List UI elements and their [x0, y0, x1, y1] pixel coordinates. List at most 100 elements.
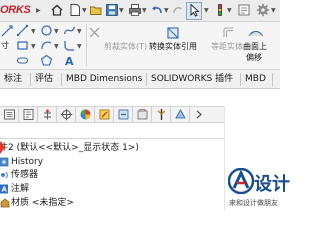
arc-tool-icon[interactable]: [40, 39, 53, 52]
material-label: 材质 <未指定>: [11, 198, 74, 208]
sensor-icon: [1, 171, 8, 179]
trim-entities-label[interactable]: 剪裁实体(T): [104, 41, 147, 52]
watermark-text: 设计: [254, 174, 290, 195]
sensors-label: 传感器: [11, 170, 39, 180]
svg-text:A: A: [65, 55, 74, 67]
redo-disabled-icon: [173, 7, 182, 14]
command-manager-ribbon: 寸 ▼ ▼ ▼ ▼ ▼ ▼ A 剪裁实体(T) 转换实体引用 等距实体 曲面上 …: [0, 22, 280, 69]
simulation-icon: [175, 109, 186, 119]
arc-dropdown-icon[interactable]: ▼: [54, 43, 59, 50]
rectangle-dropdown-icon[interactable]: ▼: [31, 43, 36, 50]
ribbon-separator: [86, 24, 87, 66]
dimxpert-icon: [60, 108, 73, 121]
material-icon: [0, 198, 10, 208]
displaymanager-tab[interactable]: [76, 107, 95, 122]
rectangle-tool-icon[interactable]: [16, 39, 29, 52]
svg-text:A: A: [2, 186, 8, 194]
line-tool-icon[interactable]: [16, 24, 29, 37]
tree-root-part[interactable]: 件2 (默认<<默认>_显示状态 1>): [0, 141, 139, 155]
red-arrow-icon: [0, 141, 5, 154]
featuremanager-tab[interactable]: [0, 107, 19, 122]
tab-mbd-dimensions[interactable]: MBD Dimensions: [66, 70, 142, 89]
tab-separator: [146, 73, 147, 86]
save-icon[interactable]: [105, 3, 119, 17]
cam-nc-manager-tab[interactable]: [152, 107, 171, 122]
display-manager-icon: [80, 109, 91, 120]
circle-tool-icon[interactable]: [40, 24, 53, 37]
offset-on-surface-label-2[interactable]: 偏移: [246, 52, 262, 63]
more-panels-tab[interactable]: [190, 107, 209, 122]
tab-separator: [61, 73, 62, 86]
select-arrow-icon[interactable]: [187, 3, 201, 17]
offset-entities-label[interactable]: 等距实体: [211, 41, 243, 52]
solidworks-logo: ORKS: [0, 4, 31, 16]
expand-panels-icon: [196, 110, 202, 119]
propertymanager-tab[interactable]: [19, 107, 38, 122]
tab-mbd[interactable]: MBD: [245, 70, 266, 89]
polygon-tool-icon[interactable]: [40, 54, 53, 67]
spline-tool-icon[interactable]: [63, 24, 76, 37]
offset-on-surface-icon[interactable]: [248, 26, 264, 40]
dimxpertmanager-tab[interactable]: [57, 107, 76, 122]
cam-operation-icon: [118, 109, 129, 120]
print-icon[interactable]: [128, 3, 142, 17]
options-dropdown-icon[interactable]: ▼: [271, 7, 276, 14]
tab-evaluate[interactable]: 评估: [35, 70, 53, 89]
watermark-logo: 设计 来和设计做朋友: [228, 168, 290, 210]
new-dropdown-icon[interactable]: ▼: [82, 7, 87, 14]
cam-feature-icon: [99, 109, 110, 120]
smart-dimension-label: 寸: [1, 41, 9, 50]
tab-markup[interactable]: 标注: [4, 70, 22, 89]
convert-entities-icon[interactable]: [166, 26, 180, 40]
fillet-dropdown-icon[interactable]: ▼: [77, 43, 82, 50]
watermark-subtext: 来和设计做朋友: [229, 199, 278, 207]
cam-nc-icon: [157, 109, 166, 120]
history-icon: [0, 157, 9, 167]
simulation-tab[interactable]: [171, 107, 190, 122]
line-dropdown-icon[interactable]: ▼: [31, 28, 36, 35]
sketch-fillet-icon[interactable]: [63, 39, 76, 52]
spline-dropdown-icon[interactable]: ▼: [77, 28, 82, 35]
rebuild-dropdown-icon[interactable]: ▼: [227, 7, 232, 14]
feature-tree-icon: [4, 109, 15, 120]
annotations-label: 注解: [11, 184, 30, 194]
options-gear-icon[interactable]: [256, 3, 270, 17]
undo-dropdown-icon[interactable]: ▼: [164, 7, 169, 14]
logo-menu-arrow-icon[interactable]: ▶: [36, 7, 41, 14]
smart-dimension-icon[interactable]: [1, 25, 14, 38]
title-bar: ORKS ▶ ▼ ▼ ▼ ▼ ▼ ▼ ▼: [0, 0, 280, 22]
configurationmanager-tab[interactable]: [38, 107, 57, 122]
watermark-emblem-icon: [228, 168, 254, 194]
command-tabs: 标注 评估 MBD Dimensions SOLIDWORKS 插件 MBD: [0, 69, 280, 89]
tree-root-label: 件2 (默认<<默认>_显示状态 1>): [0, 143, 139, 153]
workspace-gap: [0, 89, 280, 106]
tab-solidworks-addins[interactable]: SOLIDWORKS 插件: [151, 70, 233, 89]
new-document-icon[interactable]: [68, 3, 82, 17]
open-folder-icon[interactable]: [89, 3, 103, 17]
trim-entities-icon[interactable]: [88, 26, 101, 39]
cam-tool-icon: [137, 109, 148, 120]
select-dropdown-icon[interactable]: ▼: [204, 7, 209, 14]
undo-icon[interactable]: [150, 3, 164, 17]
offset-on-surface-label-1[interactable]: 曲面上: [243, 41, 267, 52]
cam-tool-tree-tab[interactable]: [133, 107, 152, 122]
rebuild-icon[interactable]: [213, 3, 227, 17]
feature-manager-toolbar: [0, 106, 224, 123]
tab-separator: [30, 73, 31, 86]
cam-operation-tree-tab[interactable]: [114, 107, 133, 122]
history-label: History: [11, 157, 44, 167]
save-dropdown-icon[interactable]: ▼: [119, 7, 124, 14]
annotations-icon: A: [0, 184, 8, 194]
offset-entities-icon[interactable]: [222, 26, 235, 39]
print-dropdown-icon[interactable]: ▼: [142, 7, 147, 14]
home-icon[interactable]: [50, 3, 64, 17]
circle-dropdown-icon[interactable]: ▼: [54, 28, 59, 35]
file-properties-icon[interactable]: [237, 3, 251, 17]
feature-tree-filter-row[interactable]: [0, 123, 224, 139]
property-manager-icon: [23, 109, 34, 120]
sketch-text-icon[interactable]: A: [63, 54, 76, 67]
slot-tool-icon[interactable]: [16, 54, 29, 67]
cam-feature-tree-tab[interactable]: [95, 107, 114, 122]
configuration-manager-icon: [44, 109, 51, 120]
convert-entities-label[interactable]: 转换实体引用: [149, 41, 197, 52]
